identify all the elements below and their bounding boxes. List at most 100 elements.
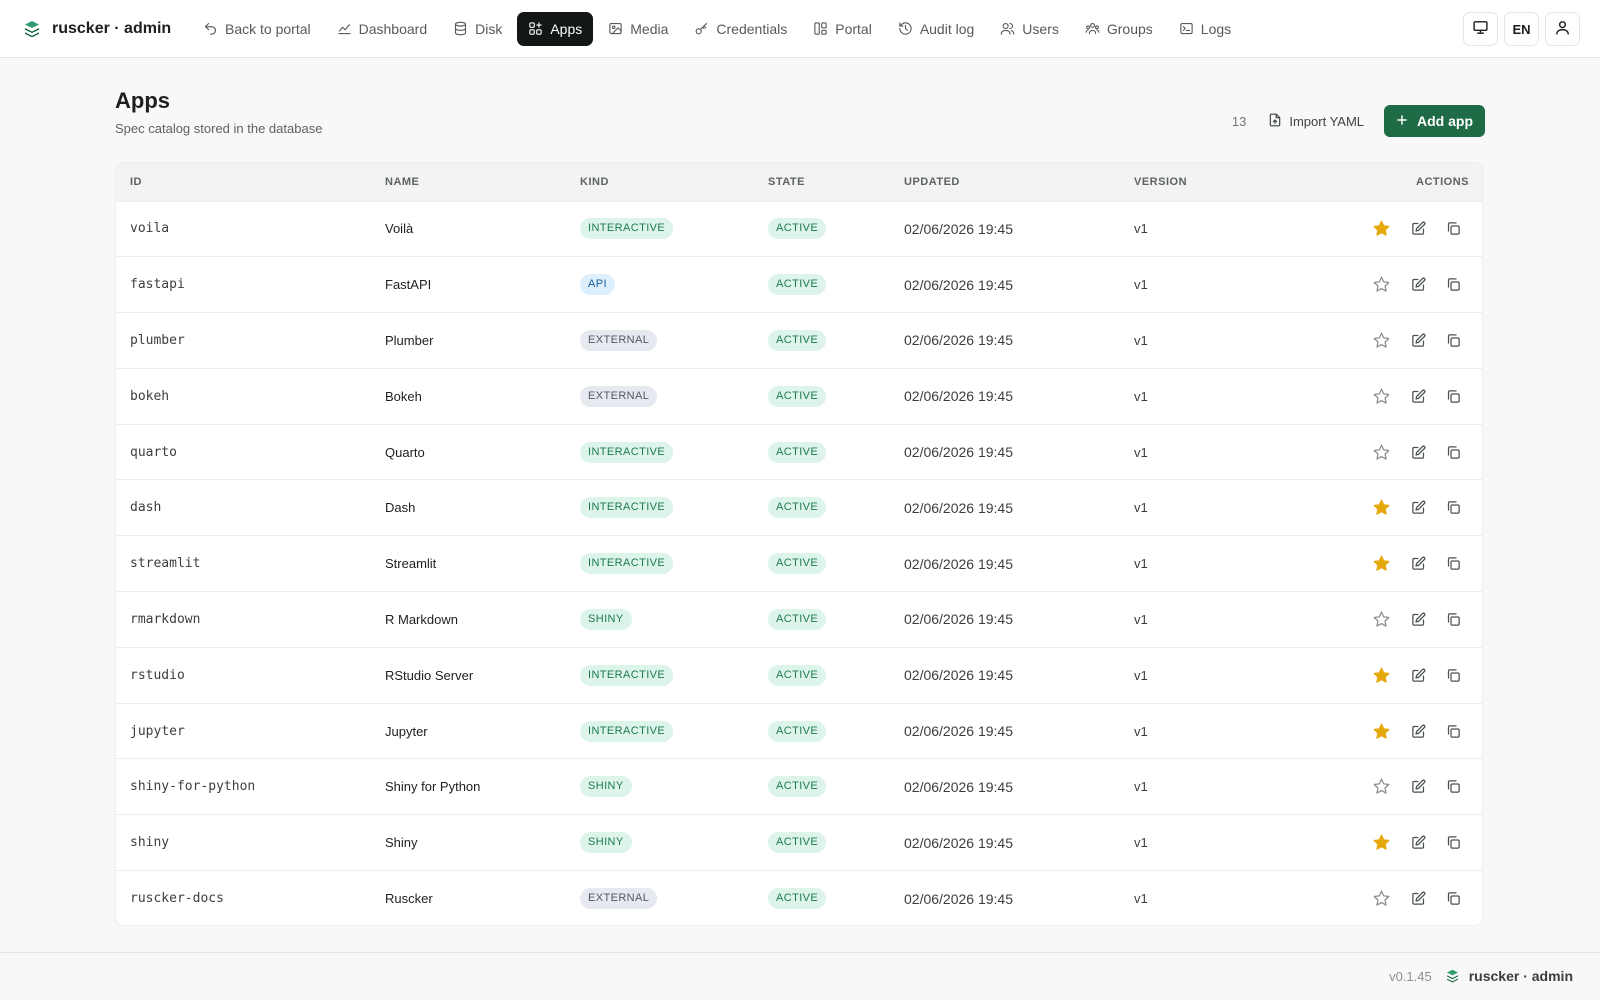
column-header-state[interactable]: STATE: [754, 163, 890, 201]
nav-item-apps[interactable]: Apps: [517, 11, 594, 46]
nav-item-back[interactable]: Back to portal: [192, 12, 322, 46]
import-yaml-button[interactable]: Import YAML: [1268, 113, 1364, 130]
copy-icon[interactable]: [1446, 389, 1461, 404]
edit-icon[interactable]: [1411, 668, 1426, 683]
nav-item-dashboard[interactable]: Dashboard: [326, 12, 439, 46]
nav-item-groups[interactable]: Groups: [1074, 12, 1164, 46]
user-menu-button[interactable]: [1545, 12, 1580, 46]
nav-item-media[interactable]: Media: [597, 12, 679, 46]
app-name: Shiny: [385, 835, 418, 851]
column-header-updated[interactable]: UPDATED: [890, 163, 1120, 201]
image-icon: [608, 21, 623, 36]
table-row[interactable]: rmarkdown R Markdown SHINY ACTIVE 02/06/2026…: [116, 591, 1482, 648]
copy-icon[interactable]: [1446, 500, 1461, 515]
table-row[interactable]: shiny-for-python Shiny for Python SHINY ACT…: [116, 758, 1482, 815]
table-row[interactable]: jupyter Jupyter INTERACTIVE ACTIVE 02/06/202…: [116, 703, 1482, 759]
edit-icon[interactable]: [1411, 445, 1426, 460]
edit-icon[interactable]: [1411, 891, 1426, 906]
star-icon[interactable]: [1372, 498, 1391, 517]
row-actions: [1260, 424, 1482, 480]
edit-icon[interactable]: [1411, 556, 1426, 571]
copy-icon[interactable]: [1446, 779, 1461, 794]
app-version: v1: [1134, 723, 1148, 739]
edit-icon[interactable]: [1411, 277, 1426, 292]
updated-at: 02/06/2026 19:45: [904, 890, 1013, 907]
copy-icon[interactable]: [1446, 333, 1461, 348]
edit-icon[interactable]: [1411, 221, 1426, 236]
star-icon[interactable]: [1372, 387, 1391, 406]
table-row[interactable]: streamlit Streamlit INTERACTIVE ACTIVE 02/06…: [116, 535, 1482, 592]
table-row[interactable]: fastapi FastAPI API ACTIVE 02/06/2026 19:45 v…: [116, 256, 1482, 313]
kind-badge: API: [580, 274, 615, 296]
app-version: v1: [1134, 891, 1148, 907]
table-row[interactable]: ruscker-docs Ruscker EXTERNAL ACTIVE 02/06/2…: [116, 870, 1482, 925]
add-app-button[interactable]: Add app: [1384, 105, 1485, 137]
table-row[interactable]: plumber Plumber EXTERNAL ACTIVE 02/06/2026 1…: [116, 312, 1482, 369]
star-icon[interactable]: [1372, 610, 1391, 629]
nav-item-label: Portal: [835, 20, 872, 37]
edit-icon[interactable]: [1411, 389, 1426, 404]
copy-icon[interactable]: [1446, 724, 1461, 739]
column-header-id[interactable]: ID: [116, 163, 371, 201]
app-id: quarto: [130, 444, 177, 460]
display-mode-button[interactable]: [1463, 12, 1498, 46]
copy-icon[interactable]: [1446, 612, 1461, 627]
app-version: v1: [1134, 277, 1148, 293]
nav-item-label: Users: [1022, 20, 1059, 37]
footer-brand[interactable]: ruscker · admin: [1446, 968, 1573, 984]
updated-at: 02/06/2026 19:45: [904, 276, 1013, 293]
state-cell: ACTIVE: [754, 536, 890, 592]
kind-cell: INTERACTIVE: [566, 647, 754, 703]
state-badge: ACTIVE: [768, 664, 827, 686]
state-cell: ACTIVE: [754, 424, 890, 480]
edit-icon[interactable]: [1411, 333, 1426, 348]
star-icon[interactable]: [1372, 443, 1391, 462]
language-button[interactable]: EN: [1504, 12, 1539, 46]
star-icon[interactable]: [1372, 777, 1391, 796]
nav-item-disk[interactable]: Disk: [442, 12, 513, 46]
copy-icon[interactable]: [1446, 445, 1461, 460]
copy-icon[interactable]: [1446, 277, 1461, 292]
app-name: R Markdown: [385, 611, 458, 627]
star-icon[interactable]: [1372, 722, 1391, 741]
layers-icon: [24, 20, 40, 38]
copy-icon[interactable]: [1446, 221, 1461, 236]
copy-icon[interactable]: [1446, 556, 1461, 571]
table-row[interactable]: dash Dash INTERACTIVE ACTIVE 02/06/2026 19:4…: [116, 479, 1482, 536]
copy-icon[interactable]: [1446, 668, 1461, 683]
column-header-version[interactable]: VERSION: [1120, 163, 1260, 201]
brand[interactable]: ruscker · admin: [24, 20, 186, 38]
nav-item-audit[interactable]: Audit log: [887, 12, 985, 46]
edit-icon[interactable]: [1411, 612, 1426, 627]
table-row[interactable]: shiny Shiny SHINY ACTIVE 02/06/2026 19:45 v1: [116, 814, 1482, 871]
app-name: Plumber: [385, 332, 434, 348]
nav-item-portal[interactable]: Portal: [802, 12, 883, 46]
footer-brand-name: ruscker · admin: [1468, 968, 1573, 984]
table-row[interactable]: voila Voilà INTERACTIVE ACTIVE 02/06/2026 19…: [116, 201, 1482, 257]
table-row[interactable]: bokeh Bokeh EXTERNAL ACTIVE 02/06/2026 19:45…: [116, 368, 1482, 424]
table-row[interactable]: rstudio RStudio Server INTERACTIVE ACTIVE 02…: [116, 647, 1482, 703]
app-id: plumber: [130, 332, 185, 348]
nav-item-logs[interactable]: Logs: [1168, 12, 1242, 46]
edit-icon[interactable]: [1411, 779, 1426, 794]
star-icon[interactable]: [1372, 219, 1391, 238]
copy-icon[interactable]: [1446, 835, 1461, 850]
edit-icon[interactable]: [1411, 500, 1426, 515]
star-icon[interactable]: [1372, 275, 1391, 294]
nav-item-users[interactable]: Users: [989, 12, 1070, 46]
star-icon[interactable]: [1372, 554, 1391, 573]
state-badge: ACTIVE: [768, 608, 827, 630]
column-header-name[interactable]: NAME: [371, 163, 566, 201]
app-id: fastapi: [130, 277, 185, 293]
copy-icon[interactable]: [1446, 891, 1461, 906]
edit-icon[interactable]: [1411, 835, 1426, 850]
star-icon[interactable]: [1372, 331, 1391, 350]
star-icon[interactable]: [1372, 889, 1391, 908]
star-icon[interactable]: [1372, 666, 1391, 685]
column-header-kind[interactable]: KIND: [566, 163, 754, 201]
nav-item-credentials[interactable]: Credentials: [683, 12, 798, 46]
edit-icon[interactable]: [1411, 724, 1426, 739]
row-actions: [1260, 703, 1482, 759]
table-row[interactable]: quarto Quarto INTERACTIVE ACTIVE 02/06/2026 …: [116, 424, 1482, 480]
star-icon[interactable]: [1372, 833, 1391, 852]
